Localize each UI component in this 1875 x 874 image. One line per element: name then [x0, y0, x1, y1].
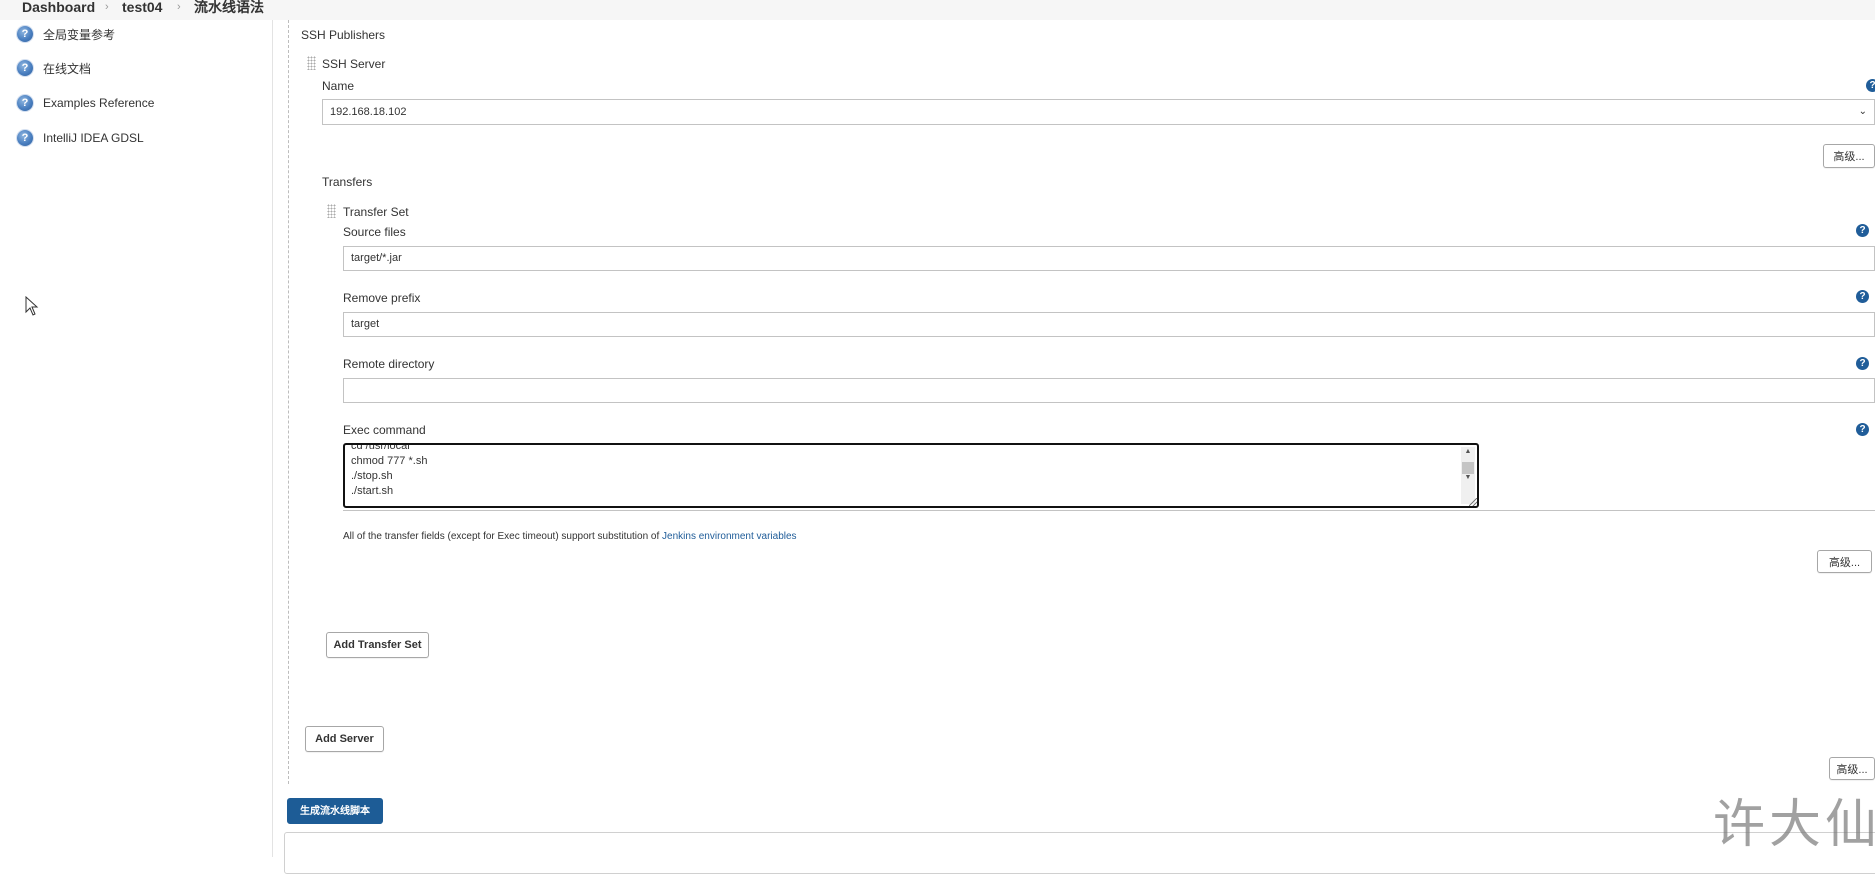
sidebar-item-global-variables[interactable]: ? 全局变量参考 [17, 25, 115, 43]
breadcrumb-dashboard[interactable]: Dashboard [22, 0, 95, 14]
chevron-down-icon: ⌄ [1858, 106, 1867, 117]
exec-command-label: Exec command [343, 423, 426, 437]
mouse-cursor-icon [25, 296, 39, 316]
scroll-down-arrow-icon[interactable]: ▼ [1461, 473, 1475, 483]
sidebar-item-label: IntelliJ IDEA GDSL [43, 131, 144, 145]
exec-command-line: chmod 777 *.sh [351, 455, 428, 467]
help-icon[interactable]: ? [1856, 423, 1869, 436]
note-text: All of the transfer fields (except for E… [343, 531, 663, 542]
server-name-value: 192.168.18.102 [330, 106, 407, 118]
remote-directory-label: Remote directory [343, 357, 435, 371]
exec-command-scrollbar[interactable]: ▲ ▼ [1461, 447, 1475, 504]
generate-pipeline-script-button[interactable]: 生成流水线脚本 [287, 798, 383, 824]
exec-command-text: cd /usr/local chmod 777 *.sh ./stop.sh .… [351, 445, 1461, 506]
remove-prefix-label: Remove prefix [343, 291, 421, 305]
sidebar-item-label: Examples Reference [43, 96, 155, 110]
help-icon: ? [17, 130, 33, 146]
publishers-advanced-button[interactable]: 高级... [1829, 757, 1875, 780]
breadcrumb-job[interactable]: test04 [122, 0, 162, 14]
remove-prefix-input[interactable]: target [343, 312, 1875, 337]
drag-handle-icon[interactable] [307, 56, 316, 70]
help-icon[interactable]: ? [1856, 357, 1869, 370]
server-advanced-button[interactable]: 高级... [1823, 144, 1875, 168]
generated-script-textarea[interactable] [284, 832, 1875, 874]
sidebar-item-label: 在线文档 [43, 61, 92, 76]
add-transfer-set-button[interactable]: Add Transfer Set [326, 632, 429, 658]
help-icon[interactable]: ? [1856, 290, 1869, 303]
name-label: Name [322, 79, 355, 93]
sidebar-item-intellij-gdsl[interactable]: ? IntelliJ IDEA GDSL [17, 129, 144, 147]
sidebar-item-label: 全局变量参考 [43, 27, 116, 42]
help-icon[interactable]: ? [1866, 79, 1875, 92]
transfer-fields-note: All of the transfer fields (except for E… [343, 531, 797, 542]
transfer-set-title: Transfer Set [343, 205, 409, 219]
exec-command-textarea[interactable]: cd /usr/local chmod 777 *.sh ./stop.sh .… [343, 443, 1479, 508]
breadcrumb-separator-icon: › [177, 1, 181, 13]
help-icon: ? [17, 60, 33, 76]
ssh-publishers-title: SSH Publishers [301, 28, 386, 42]
resize-grip-icon[interactable] [1469, 498, 1477, 506]
ssh-server-title: SSH Server [322, 57, 386, 71]
help-icon: ? [17, 26, 33, 42]
source-files-input[interactable]: target/*.jar [343, 246, 1875, 271]
exec-command-line: cd /usr/local [351, 445, 410, 452]
transfers-label: Transfers [322, 175, 373, 189]
sidebar-item-examples-reference[interactable]: ? Examples Reference [17, 94, 154, 112]
source-files-label: Source files [343, 225, 406, 239]
remote-directory-input[interactable] [343, 378, 1875, 403]
scroll-up-arrow-icon[interactable]: ▲ [1461, 447, 1475, 457]
sidebar-item-online-docs[interactable]: ? 在线文档 [17, 59, 91, 77]
watermark: 许大仙 [1713, 795, 1875, 855]
add-server-button[interactable]: Add Server [305, 726, 384, 752]
server-name-select[interactable]: 192.168.18.102 ⌄ [322, 99, 1875, 125]
transfer-set-advanced-button[interactable]: 高级... [1817, 550, 1872, 573]
section-guide-line [288, 20, 289, 784]
drag-handle-icon[interactable] [327, 204, 336, 218]
exec-command-line: ./start.sh [351, 485, 394, 497]
exec-command-line: ./stop.sh [351, 470, 393, 482]
help-icon[interactable]: ? [1856, 224, 1869, 237]
jenkins-env-vars-link[interactable]: Jenkins environment variables [662, 531, 797, 542]
sidebar: ? 全局变量参考 ? 在线文档 ? Examples Reference ? I… [0, 20, 273, 857]
breadcrumb: Dashboard › test04 › 流水线语法 [0, 0, 1875, 20]
breadcrumb-pipeline-syntax[interactable]: 流水线语法 [194, 0, 264, 14]
breadcrumb-separator-icon: › [105, 1, 109, 13]
help-icon: ? [17, 95, 33, 111]
